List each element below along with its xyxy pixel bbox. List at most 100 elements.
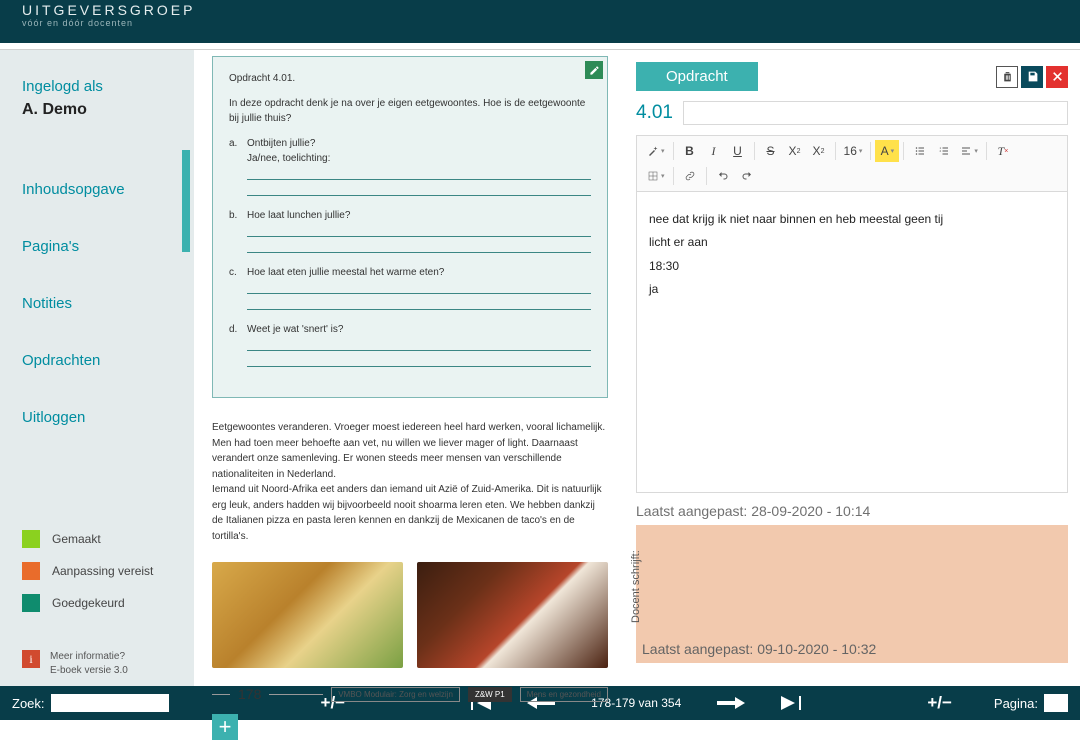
question-c: c. Hoe laat eten jullie meestal het warm…	[229, 265, 591, 312]
nav-next[interactable]	[717, 697, 745, 709]
editor-panel: Opdracht 4.01 ▾ B I U S	[618, 50, 1080, 686]
align-icon	[960, 145, 972, 157]
tool-align[interactable]: ▾	[956, 140, 982, 162]
nav-assignments[interactable]: Opdrachten	[22, 352, 172, 369]
logged-in-label: Ingelogd als	[22, 78, 172, 95]
title-input[interactable]	[683, 101, 1068, 125]
tool-link[interactable]	[678, 165, 702, 187]
tool-undo[interactable]	[711, 165, 735, 187]
teacher-comment-box[interactable]: Docent schrijft: Laatst aangepast: 09-10…	[636, 525, 1068, 663]
page-tab-handle[interactable]	[182, 150, 190, 252]
tool-subscript[interactable]: X2	[807, 140, 831, 162]
student-last-modified: Laatst aangepast: 28-09-2020 - 10:14	[636, 503, 1068, 519]
nav-last[interactable]	[781, 696, 801, 710]
close-button[interactable]	[1046, 66, 1068, 88]
legend-approved: Goedgekeurd	[22, 594, 153, 612]
answer-line	[247, 337, 591, 351]
link-icon	[684, 170, 696, 182]
tool-highlight[interactable]: A▾	[875, 140, 899, 162]
header-separator	[0, 43, 1080, 50]
legend-adjust-swatch	[22, 562, 40, 580]
tool-ol[interactable]: 12	[932, 140, 956, 162]
tool-superscript[interactable]: X2	[783, 140, 807, 162]
search-input[interactable]	[51, 694, 169, 712]
add-button[interactable]: +	[212, 714, 238, 740]
brand-header: UITGEVERSGROEP vóór en dóór docenten	[0, 0, 1080, 43]
save-button[interactable]	[1021, 66, 1043, 88]
legend-approved-label: Goedgekeurd	[52, 596, 125, 610]
chip-module: VMBO Modulair: Zorg en welzijn	[331, 687, 460, 702]
info-block[interactable]: i Meer informatie?E-boek versie 3.0	[22, 650, 128, 678]
page-number: 178	[238, 686, 261, 702]
pencil-icon	[589, 65, 600, 76]
toolbar: ▾ B I U S X2 X2 16▾ A▾ 12 ▾ T× ▾	[637, 136, 1067, 192]
assignment-number: 4.01	[636, 102, 673, 124]
answer-line	[247, 353, 591, 367]
answer-line	[247, 223, 591, 237]
page-jump-input[interactable]	[1044, 694, 1068, 712]
legend-adjust: Aanpassing vereist	[22, 562, 153, 580]
tool-magic[interactable]: ▾	[643, 140, 669, 162]
image-row	[212, 562, 608, 668]
chip-topic: Mens en gezondheid	[520, 687, 608, 702]
arrow-right-icon	[717, 697, 745, 709]
body-paragraphs: Eetgewoontes veranderen. Vroeger moest i…	[212, 420, 608, 544]
delete-button[interactable]	[996, 66, 1018, 88]
tool-clear-format[interactable]: T×	[991, 140, 1015, 162]
brand-subtitle: vóór en dóór docenten	[22, 18, 1058, 28]
answer-line	[247, 182, 591, 196]
list-ol-icon: 12	[938, 145, 950, 157]
page-footer-strip: 178 VMBO Modulair: Zorg en welzijn Z&W P…	[212, 686, 608, 702]
tool-bold[interactable]: B	[678, 140, 702, 162]
sidebar: Ingelogd als A. Demo Inhoudsopgave Pagin…	[0, 50, 194, 686]
assignment-intro: In deze opdracht denk je na over je eige…	[229, 96, 591, 126]
tool-underline[interactable]: U	[726, 140, 750, 162]
list-ul-icon	[914, 145, 926, 157]
svg-text:2: 2	[940, 149, 942, 153]
assignment-box: Opdracht 4.01. In deze opdracht denk je …	[212, 56, 608, 398]
answer-line	[247, 239, 591, 253]
close-icon	[1051, 70, 1064, 83]
undo-icon	[717, 170, 729, 182]
legend: Gemaakt Aanpassing vereist Goedgekeurd	[22, 530, 153, 626]
legend-made-swatch	[22, 530, 40, 548]
food-image-pizza	[417, 562, 608, 668]
legend-made-label: Gemaakt	[52, 532, 101, 546]
teacher-label: Docent schrijft:	[630, 550, 642, 623]
book-page: Opdracht 4.01. In deze opdracht denk je …	[194, 50, 618, 686]
info-icon: i	[22, 650, 40, 668]
search-label: Zoek:	[12, 696, 45, 711]
answer-line	[247, 280, 591, 294]
nav-toc[interactable]: Inhoudsopgave	[22, 181, 172, 198]
redo-icon	[741, 170, 753, 182]
nav-logout[interactable]: Uitloggen	[22, 409, 172, 426]
chip-code: Z&W P1	[468, 687, 512, 702]
editor-textarea[interactable]: nee dat krijg ik niet naar binnen en heb…	[637, 192, 1067, 492]
tool-table[interactable]: ▾	[643, 165, 669, 187]
answer-line	[247, 166, 591, 180]
save-icon	[1026, 70, 1039, 83]
table-icon	[647, 170, 659, 182]
nav-notes[interactable]: Notities	[22, 295, 172, 312]
legend-approved-swatch	[22, 594, 40, 612]
editor-badge: Opdracht	[636, 62, 758, 91]
tool-fontsize[interactable]: 16▾	[840, 140, 867, 162]
question-d: d. Weet je wat 'snert' is?	[229, 322, 591, 369]
tool-italic[interactable]: I	[702, 140, 726, 162]
rich-text-editor: ▾ B I U S X2 X2 16▾ A▾ 12 ▾ T× ▾	[636, 135, 1068, 493]
last-icon	[781, 696, 801, 710]
edit-assignment-button[interactable]	[585, 61, 603, 79]
answer-line	[247, 296, 591, 310]
tool-strike[interactable]: S	[759, 140, 783, 162]
tool-ul[interactable]	[908, 140, 932, 162]
zoom-toggle-right[interactable]: +/−	[927, 693, 952, 713]
assignment-title: Opdracht 4.01.	[229, 71, 591, 86]
info-text: Meer informatie?E-boek versie 3.0	[50, 650, 128, 678]
nav-pages[interactable]: Pagina's	[22, 238, 172, 255]
page-jump-label: Pagina:	[994, 696, 1038, 711]
wand-icon	[647, 145, 659, 157]
legend-adjust-label: Aanpassing vereist	[52, 564, 153, 578]
tool-redo[interactable]	[735, 165, 759, 187]
teacher-last-modified: Laatst aangepast: 09-10-2020 - 10:32	[642, 641, 876, 657]
trash-icon	[1001, 70, 1014, 83]
